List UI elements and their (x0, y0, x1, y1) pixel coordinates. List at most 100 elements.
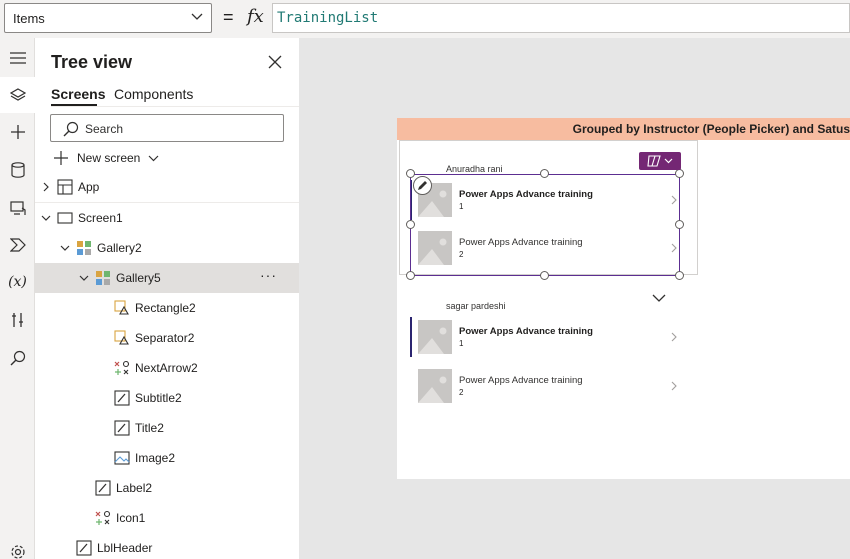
app-icon (57, 179, 73, 195)
new-screen-label: New screen (77, 151, 141, 165)
chevron-right-icon[interactable] (671, 381, 677, 391)
chevron-down-icon (148, 155, 159, 161)
property-dropdown[interactable]: Items (4, 3, 212, 33)
tree-node-gallery5[interactable]: Gallery5 ··· (35, 263, 299, 293)
gallery-icon (96, 271, 110, 285)
image-icon (114, 451, 130, 465)
resize-handle[interactable] (406, 271, 415, 280)
screen-icon (57, 212, 73, 224)
resize-handle[interactable] (675, 220, 684, 229)
close-icon[interactable] (267, 54, 283, 70)
plus-icon[interactable] (0, 114, 35, 150)
tree-node-label: Screen1 (78, 211, 123, 225)
panel-title: Tree view (51, 52, 133, 72)
equals-sign: = (223, 7, 234, 27)
media-icon[interactable] (0, 190, 35, 226)
copilot-button[interactable] (639, 152, 681, 170)
tree-node-image2[interactable]: Image2 (35, 443, 299, 473)
formula-input[interactable]: TrainingList (272, 3, 850, 33)
search-icon[interactable] (0, 340, 35, 376)
tree-node-label: Icon1 (116, 511, 146, 525)
tab-divider (51, 106, 299, 107)
label-icon (95, 480, 111, 496)
icon-rail: (x) (0, 38, 35, 559)
variables-icon[interactable]: (x) (0, 264, 35, 300)
tree-node-label: LblHeader (97, 541, 153, 555)
chevron-down-icon[interactable] (652, 294, 666, 303)
tree-view-panel: Tree view Screens Components Search New … (35, 38, 299, 559)
gallery-icon (77, 241, 91, 255)
tree-node-icon1[interactable]: Icon1 (35, 503, 299, 533)
chevron-down-icon[interactable] (79, 273, 89, 283)
chevron-right-icon[interactable] (671, 332, 677, 342)
fx-icon: fx (247, 6, 264, 27)
tree-node-label: App (78, 180, 100, 194)
plus-icon (54, 151, 68, 165)
tab-screens[interactable]: Screens (51, 86, 105, 102)
more-options-icon[interactable]: ··· (260, 267, 277, 283)
resize-handle[interactable] (540, 271, 549, 280)
instructor-name: sagar pardeshi (446, 301, 506, 311)
tree-node-label: NextArrow2 (135, 361, 198, 375)
property-value: Items (13, 11, 45, 26)
database-icon[interactable] (0, 152, 35, 188)
tree-node-nextarrow2[interactable]: NextArrow2 (35, 353, 299, 383)
chevron-down-icon (664, 158, 673, 164)
image-placeholder (418, 369, 452, 403)
gallery-item[interactable]: Power Apps Advance training 2 (410, 362, 679, 410)
tree-node-label: Separator2 (135, 331, 195, 345)
tab-components[interactable]: Components (114, 86, 193, 102)
item-subtitle: 1 (459, 339, 464, 348)
formula-bar: Items = fx TrainingList (0, 0, 850, 38)
item-title: Power Apps Advance training (459, 326, 593, 337)
chevron-down-icon (191, 13, 203, 20)
instructor-name: Anuradha rani (446, 164, 503, 174)
tree-node-label: Rectangle2 (135, 301, 196, 315)
app-canvas: Grouped by Instructor (People Picker) an… (397, 118, 850, 479)
chevron-down-icon[interactable] (60, 243, 70, 253)
shape-icon (114, 330, 129, 345)
tree-node-title2[interactable]: Title2 (35, 413, 299, 443)
tree-node-subtitle2[interactable]: Subtitle2 (35, 383, 299, 413)
settings-icon[interactable] (0, 534, 35, 559)
edit-icon[interactable] (413, 176, 432, 195)
tree-node-label: Subtitle2 (135, 391, 182, 405)
search-placeholder: Search (85, 122, 124, 136)
resize-handle[interactable] (540, 169, 549, 178)
hamburger-icon[interactable] (0, 40, 35, 76)
tree-node-app[interactable]: App (35, 172, 299, 202)
resize-handle[interactable] (675, 271, 684, 280)
tools-icon[interactable] (0, 302, 35, 338)
gallery-item[interactable]: Power Apps Advance training 1 (410, 313, 679, 361)
item-title: Power Apps Advance training (459, 375, 583, 386)
resize-handle[interactable] (406, 169, 415, 178)
shape-icon (114, 300, 129, 315)
tree-node-screen1[interactable]: Screen1 (35, 203, 299, 233)
chevron-right-icon[interactable] (41, 182, 51, 192)
layers-icon[interactable] (0, 77, 35, 113)
new-screen-button[interactable]: New screen (53, 149, 159, 167)
image-placeholder (418, 320, 452, 354)
label-icon (114, 420, 130, 436)
icon-control-icon (114, 360, 130, 375)
tree-node-lblheader[interactable]: LblHeader (35, 533, 299, 559)
label-icon (76, 540, 92, 556)
tree-node-gallery2[interactable]: Gallery2 (35, 233, 299, 263)
resize-handle[interactable] (675, 169, 684, 178)
power-automate-icon[interactable] (0, 227, 35, 263)
chevron-down-icon[interactable] (41, 213, 51, 223)
tree-node-rectangle2[interactable]: Rectangle2 (35, 293, 299, 323)
tree-node-separator2[interactable]: Separator2 (35, 323, 299, 353)
tree-node-label: Gallery2 (97, 241, 142, 255)
icon-control-icon (95, 510, 111, 525)
search-icon (63, 121, 79, 137)
header-label[interactable]: Grouped by Instructor (People Picker) an… (397, 118, 850, 140)
search-input[interactable]: Search (50, 114, 284, 142)
resize-handle[interactable] (406, 220, 415, 229)
tree-node-label: Image2 (135, 451, 176, 465)
item-subtitle: 2 (459, 388, 464, 397)
copilot-icon (647, 155, 661, 167)
tree-node-label2[interactable]: Label2 (35, 473, 299, 503)
label-icon (114, 390, 130, 406)
selected-bar (410, 317, 412, 357)
